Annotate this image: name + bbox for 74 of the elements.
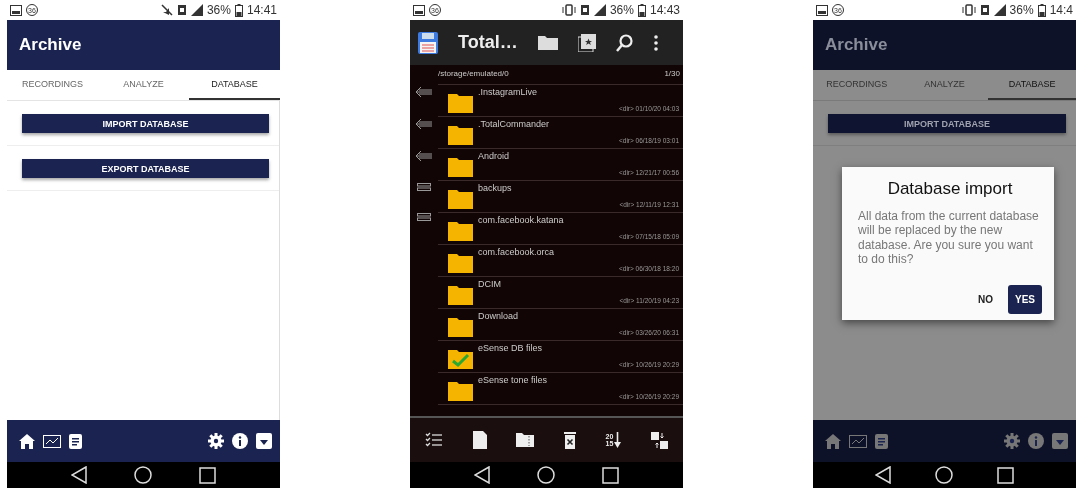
app-title: Archive	[825, 35, 888, 55]
home-icon[interactable]	[19, 433, 35, 449]
recents-icon[interactable]	[199, 466, 217, 484]
mute-icon	[160, 4, 173, 16]
signal-icon	[190, 4, 203, 16]
equals-icon[interactable]	[417, 183, 431, 191]
recents-icon[interactable]	[997, 466, 1014, 484]
download-box-icon[interactable]	[256, 433, 272, 449]
back-icon[interactable]	[875, 466, 891, 484]
tab[interactable]: RECORDINGS	[7, 70, 98, 100]
back-icon[interactable]	[70, 466, 87, 484]
dialog-title: Database import	[886, 179, 1014, 199]
status-time: 14:41	[246, 3, 277, 17]
image-icon	[413, 4, 425, 16]
left-arrow-icon[interactable]	[416, 87, 432, 97]
file-name: backups	[478, 182, 513, 195]
tab[interactable]: ANALYZE	[900, 70, 989, 100]
back-icon[interactable]	[473, 466, 490, 484]
dialog-button[interactable]: YES	[1008, 284, 1042, 314]
path-label: /storage/emulated/0	[438, 69, 509, 78]
more-icon[interactable]	[653, 34, 658, 51]
file-name: com.facebook.orca	[478, 246, 556, 259]
sim-icon	[979, 4, 990, 16]
swap-icon[interactable]	[651, 431, 669, 449]
file-name: eSense tone files	[478, 374, 549, 387]
delete-icon[interactable]	[563, 431, 576, 449]
file-name: .InstagramLive	[478, 86, 539, 99]
file-name: com.facebook.katana	[478, 214, 565, 227]
database-button[interactable]: IMPORT DATABASE	[828, 114, 1066, 133]
home-circle-icon[interactable]	[537, 466, 555, 484]
search-icon[interactable]	[615, 33, 634, 52]
battery-percent: 36%	[206, 3, 231, 17]
battery-icon	[1037, 3, 1046, 17]
database-button[interactable]: IMPORT DATABASE	[22, 114, 269, 133]
file-name: Android	[478, 150, 511, 163]
equals-icon[interactable]	[417, 213, 431, 221]
status-time: 14:4	[1049, 3, 1073, 17]
battery-icon	[234, 3, 243, 17]
file-icon[interactable]	[472, 431, 487, 449]
recents-icon[interactable]	[602, 466, 620, 484]
tab[interactable]: RECORDINGS	[813, 70, 901, 100]
item-count: 1/30	[664, 69, 680, 78]
vibrate-icon	[561, 4, 576, 16]
tab[interactable]: ANALYZE	[98, 70, 189, 100]
left-arrow-icon[interactable]	[416, 119, 432, 129]
left-arrow-icon[interactable]	[416, 151, 432, 161]
image-icon	[10, 4, 22, 16]
bookmark-icon[interactable]	[577, 33, 596, 52]
dialog-message: All data from the current database will be replaced by the new database. Are you sure you want to do this?	[858, 209, 1040, 267]
dialog-button[interactable]: NO	[971, 284, 1000, 314]
database-button[interactable]: EXPORT DATABASE	[22, 159, 269, 178]
checklist-icon[interactable]	[424, 432, 443, 448]
folder-icon[interactable]	[537, 35, 558, 50]
home-circle-icon[interactable]	[935, 466, 953, 484]
status-time: 14:43	[649, 3, 680, 17]
file-name: DCIM	[478, 278, 502, 291]
image-icon	[816, 4, 828, 16]
file-name: Download	[478, 310, 520, 323]
sim-icon	[579, 4, 590, 16]
folder-zip-icon[interactable]	[516, 433, 535, 447]
signal-icon	[993, 4, 1006, 16]
document-icon[interactable]	[69, 433, 82, 449]
sim-icon	[176, 4, 187, 16]
signal-icon	[593, 4, 606, 16]
file-name: eSense DB files	[478, 342, 544, 355]
app-title: Total…	[458, 32, 518, 53]
home-circle-icon[interactable]	[134, 466, 152, 484]
battery-percent: 36%	[1009, 3, 1034, 17]
app-title: Archive	[19, 35, 82, 55]
info-icon[interactable]	[232, 433, 248, 449]
file-name: .TotalCommander	[478, 118, 551, 131]
battery-icon	[637, 3, 646, 17]
vibrate-icon	[961, 4, 976, 16]
battery-percent: 36%	[609, 3, 634, 17]
